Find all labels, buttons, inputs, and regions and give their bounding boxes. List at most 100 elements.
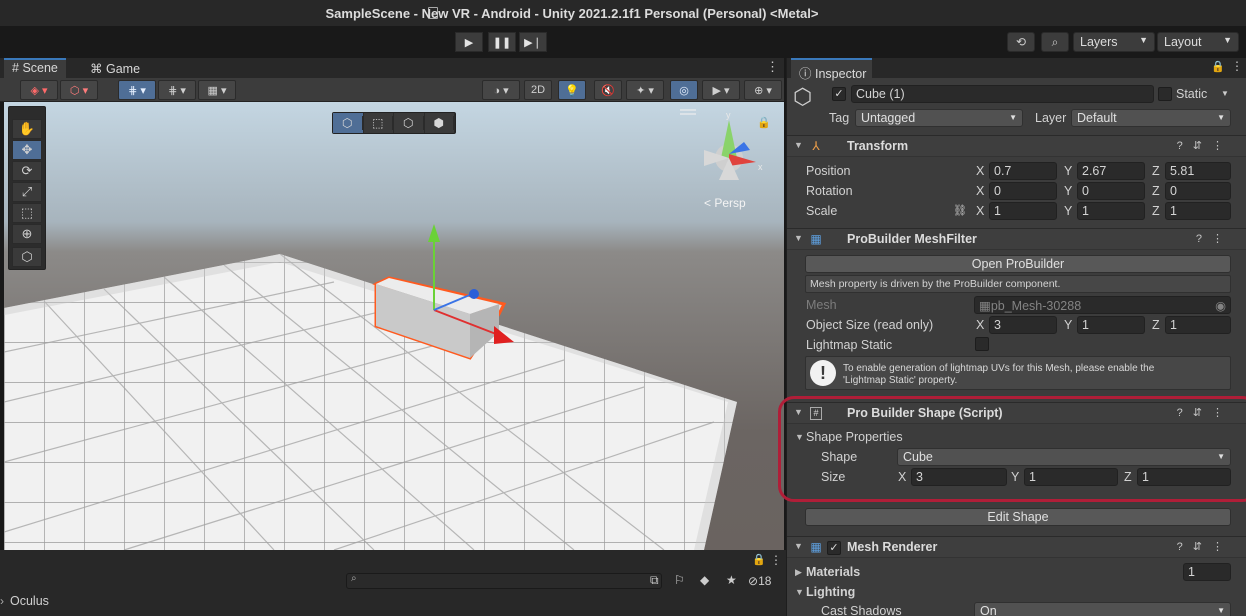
- hidden-packages-count[interactable]: ⊘18: [748, 574, 771, 588]
- mesh-renderer-header[interactable]: ▼ ▦ ✓ Mesh Renderer ?⇵⋮: [787, 536, 1246, 558]
- tab-game[interactable]: ⌘ Game: [82, 58, 148, 78]
- effects-dropdown[interactable]: ✦ ▾: [626, 80, 664, 100]
- lock-icon[interactable]: 🔒: [752, 553, 766, 566]
- search-icon: ⌕: [351, 573, 357, 584]
- eye-slash-icon: ⊘: [748, 574, 759, 588]
- lighting-toggle[interactable]: 💡: [558, 80, 586, 100]
- play-button[interactable]: ▶: [455, 32, 483, 52]
- gizmos-dropdown[interactable]: ⊕ ▾: [744, 80, 782, 100]
- history-button[interactable]: ⟲: [1007, 32, 1035, 52]
- face-mode-button[interactable]: ⬢: [425, 113, 455, 133]
- hand-icon: ✋: [18, 121, 36, 136]
- object-size-x-value: 3: [994, 318, 1001, 332]
- object-mode-button[interactable]: ⬡: [333, 113, 364, 133]
- persp-label: Persp: [714, 196, 746, 210]
- render-mode-dropdown[interactable]: ⬡ ▾: [60, 80, 98, 100]
- materials-count-field[interactable]: 1: [1183, 563, 1231, 581]
- rotation-z-field[interactable]: 0: [1165, 182, 1231, 200]
- rotation-label: Rotation: [806, 184, 853, 198]
- transform-icon: ⅄: [812, 139, 820, 153]
- scale-y-field[interactable]: 1: [1077, 202, 1145, 220]
- move-tool-button[interactable]: ✥: [12, 140, 42, 160]
- object-size-z-value: 1: [1170, 318, 1177, 332]
- camera-dropdown[interactable]: ▶ ▾: [702, 80, 740, 100]
- tab-inspector[interactable]: ⓘ Inspector: [791, 58, 873, 81]
- vertex-mode-icon: ⬚: [364, 116, 393, 130]
- layout-dropdown[interactable]: Layout ▼: [1157, 32, 1239, 52]
- static-checkbox[interactable]: [1158, 87, 1172, 101]
- scene-viewport[interactable]: y x 🔒 ✋ ✥ ⟳ ⤢ ⬚ ⊕ ⬡ ⬡ ⬚ ⬡ ⬢ < Persp: [4, 102, 784, 550]
- scale-z-field[interactable]: 1: [1165, 202, 1231, 220]
- open-probuilder-button[interactable]: Open ProBuilder: [805, 255, 1231, 273]
- pause-button[interactable]: ❚❚: [488, 32, 516, 52]
- history-icon: ⟲: [1015, 35, 1027, 49]
- active-checkbox[interactable]: ✓: [832, 87, 846, 101]
- rotation-x-field[interactable]: 0: [989, 182, 1057, 200]
- lightmap-static-checkbox[interactable]: [975, 337, 989, 351]
- scale-z-value: 1: [1170, 204, 1177, 218]
- project-menu-icon[interactable]: ⋮: [770, 553, 782, 567]
- object-name-field[interactable]: Cube (1): [851, 85, 1154, 103]
- link-icon[interactable]: ⛓: [953, 204, 967, 217]
- transform-tool-button[interactable]: ⊕: [12, 224, 42, 244]
- hidden-objects-toggle[interactable]: ◎: [670, 80, 698, 100]
- object-picker-icon: ◉: [1215, 299, 1226, 313]
- meshfilter-header[interactable]: ▼ ▦ ProBuilder MeshFilter ?⋮: [787, 228, 1246, 250]
- 2d-toggle[interactable]: 2D: [524, 80, 552, 100]
- position-x-field[interactable]: 0.7: [989, 162, 1057, 180]
- pause-icon: ❚❚: [492, 36, 512, 49]
- draw-mode-dropdown[interactable]: ◈ ▾: [20, 80, 58, 100]
- scale-tool-button[interactable]: ⤢: [12, 182, 42, 202]
- window-title: SampleScene - New VR - Android - Unity 2…: [325, 5, 819, 21]
- rotate-tool-button[interactable]: ⟳: [12, 161, 42, 181]
- foldout-icon[interactable]: ▼: [795, 587, 804, 597]
- search-button[interactable]: ⌕: [1041, 32, 1069, 52]
- increment-snap-icon: ⋕ ▾: [168, 84, 186, 97]
- cast-shadows-dropdown[interactable]: On ▼: [974, 602, 1231, 616]
- cube-mode-icon: ⬡ ▾: [69, 84, 89, 97]
- tag-dropdown[interactable]: Untagged ▼: [855, 109, 1023, 127]
- shading-dropdown[interactable]: ◑ ▾: [482, 80, 520, 100]
- grid-visibility-dropdown[interactable]: ▦ ▾: [198, 80, 236, 100]
- persp-toggle[interactable]: < Persp: [704, 196, 746, 210]
- mesh-field[interactable]: ▦pb_Mesh-30288 ◉: [974, 296, 1231, 314]
- increment-snap-dropdown[interactable]: ⋕ ▾: [158, 80, 196, 100]
- grid-snap-toggle[interactable]: ⋕ ▾: [118, 80, 156, 100]
- foldout-icon[interactable]: ▶: [795, 567, 802, 578]
- rotation-y-field[interactable]: 0: [1077, 182, 1145, 200]
- edit-shape-button[interactable]: Edit Shape: [805, 508, 1231, 526]
- rect-tool-button[interactable]: ⬚: [12, 203, 42, 223]
- svg-text:y: y: [726, 110, 731, 120]
- filter-scene-icon[interactable]: ⚐: [674, 573, 685, 587]
- inspector-menu-icon[interactable]: ⋮: [1231, 59, 1243, 73]
- lock-icon[interactable]: 🔒: [1211, 60, 1225, 73]
- mesh-grid-icon: ▦: [810, 232, 822, 246]
- axis-y-label: Y: [1064, 164, 1073, 178]
- annotation-highlight: [778, 396, 1246, 502]
- star-icon[interactable]: ★: [726, 573, 737, 587]
- filter-type-icon[interactable]: ⧉: [650, 573, 659, 588]
- step-button[interactable]: ▶❘: [519, 32, 547, 52]
- tab-scene[interactable]: # Scene: [4, 58, 66, 78]
- scene-menu-icon[interactable]: ⋮: [766, 59, 779, 75]
- audio-toggle[interactable]: 🔇: [594, 80, 622, 100]
- layer-dropdown[interactable]: Default ▼: [1071, 109, 1231, 127]
- custom-tool-button[interactable]: ⬡: [12, 247, 42, 267]
- vertex-mode-button[interactable]: ⬚: [364, 113, 394, 133]
- label-icon[interactable]: ◆: [700, 573, 709, 587]
- edge-mode-button[interactable]: ⬡: [394, 113, 425, 133]
- hand-tool-button[interactable]: ✋: [12, 119, 42, 139]
- transform-header[interactable]: ▼ ⅄ Transform ?⇵⋮: [787, 135, 1246, 157]
- position-y-field[interactable]: 2.67: [1077, 162, 1145, 180]
- mesh-renderer-enabled-checkbox[interactable]: ✓: [827, 541, 841, 555]
- component-header-icons[interactable]: ?⋮: [1196, 232, 1233, 245]
- orientation-gizmo[interactable]: y x: [704, 110, 763, 180]
- breadcrumb[interactable]: Oculus: [10, 594, 49, 608]
- layers-dropdown[interactable]: Layers ▼: [1073, 32, 1155, 52]
- component-header-icons[interactable]: ?⇵⋮: [1177, 139, 1233, 152]
- chevron-down-icon[interactable]: ▼: [1221, 89, 1229, 98]
- position-z-field[interactable]: 5.81: [1165, 162, 1231, 180]
- project-search-input[interactable]: ⌕: [346, 573, 662, 589]
- scale-x-field[interactable]: 1: [989, 202, 1057, 220]
- component-header-icons[interactable]: ?⇵⋮: [1177, 540, 1233, 553]
